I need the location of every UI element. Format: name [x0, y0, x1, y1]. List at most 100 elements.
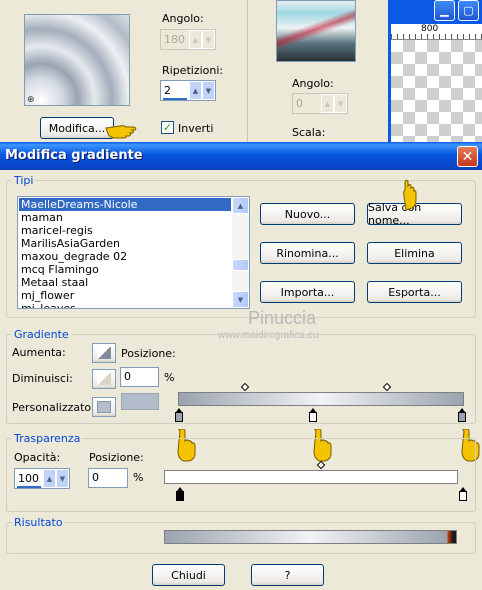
transparency-position-value: 0	[92, 471, 99, 484]
gradient-legend: Gradiente	[12, 328, 71, 341]
modify-button[interactable]: Modifica...	[40, 117, 114, 139]
spin-up-icon[interactable]: ▲	[189, 81, 202, 100]
delete-button[interactable]: Elimina	[367, 242, 462, 264]
hand-pointer-icon	[105, 125, 137, 139]
canvas-window: ▁ ▢ 800	[388, 0, 482, 142]
rename-button[interactable]: Rinomina...	[260, 242, 355, 264]
title-bar: Modifica gradiente ✕	[0, 142, 482, 170]
spin-down-icon[interactable]: ▼	[56, 469, 69, 488]
minimize-icon[interactable]: ▁	[434, 0, 455, 21]
gradient-position-input[interactable]: 0	[120, 367, 159, 387]
gradient-percent: %	[164, 371, 175, 384]
image-thumbnail	[276, 0, 356, 62]
close-button[interactable]: Chiudi	[152, 564, 225, 586]
angle-spinner: 180 ▲ ▼	[160, 29, 216, 50]
transparency-stop[interactable]	[175, 487, 184, 501]
list-item-label: MarilisAsiaGarden	[21, 237, 121, 250]
canvas-ruler: 800	[391, 24, 482, 40]
angle2-spinner: 0 ▲ ▼	[292, 93, 348, 114]
list-item[interactable]: mcq Flamingo	[19, 263, 231, 276]
background-window: ⊕ Angolo: 180 ▲ ▼ Ripetizioni: 2 ▲ ▼ Mod…	[0, 0, 482, 142]
import-button[interactable]: Importa...	[260, 281, 355, 303]
scroll-up-icon[interactable]: ▲	[232, 197, 249, 214]
gradient-list[interactable]: MaelleDreams-Nicole maman maricel-regis …	[17, 196, 250, 309]
crosshair-icon: ⊕	[27, 95, 35, 105]
gradient-stop[interactable]	[174, 408, 183, 422]
help-button[interactable]: ?	[251, 564, 324, 586]
list-item-label: Metaal staal	[21, 276, 89, 289]
transparency-editor[interactable]	[164, 460, 467, 504]
scale-label: Scala:	[292, 126, 326, 139]
invert-checkbox[interactable]: ✓	[161, 121, 174, 134]
opacity-value: 100	[18, 472, 39, 485]
spin-up-icon[interactable]: ▲	[43, 469, 56, 488]
transparency-position-input[interactable]: 0	[88, 468, 128, 488]
result-legend: Risultato	[12, 516, 65, 529]
gradient-position-value: 0	[124, 370, 131, 383]
transparency-stop[interactable]	[458, 487, 467, 501]
gradient-preview: ⊕	[24, 14, 130, 106]
gradient-midpoint[interactable]	[382, 382, 392, 392]
scroll-thumb[interactable]	[232, 259, 249, 271]
list-item[interactable]: maricel-regis	[19, 224, 231, 237]
import-button-label: Importa...	[280, 285, 335, 299]
gradient-bar	[178, 392, 464, 406]
modify-button-label: Modifica...	[48, 121, 106, 135]
gradient-editor-dialog: Modifica gradiente ✕ Tipi MaelleDreams-N…	[0, 142, 482, 590]
list-item[interactable]: MaelleDreams-Nicole	[19, 198, 231, 211]
list-item-label: maman	[21, 211, 63, 224]
maximize-icon[interactable]: ▢	[458, 0, 479, 21]
angle-value: 180	[164, 33, 185, 46]
transparency-bar	[164, 470, 458, 484]
list-item-label: mj_leaves	[21, 302, 76, 309]
transparency-percent: %	[133, 471, 144, 484]
list-item-label: mj_flower	[21, 289, 75, 302]
new-button[interactable]: Nuovo...	[260, 203, 355, 225]
custom-label: Personalizzato:	[12, 401, 95, 414]
repetitions-spinner[interactable]: 2 ▲ ▼	[160, 80, 216, 101]
list-item[interactable]: maxou_degrade 02	[19, 250, 231, 263]
list-scrollbar[interactable]: ▲ ▼	[232, 197, 249, 308]
list-item-label: maxou_degrade 02	[21, 250, 128, 263]
close-button-label: Chiudi	[171, 568, 206, 582]
result-preview	[164, 530, 457, 544]
spin-down-icon[interactable]: ▼	[202, 81, 215, 100]
transparency-legend: Trasparenza	[12, 432, 83, 445]
gradient-stop[interactable]	[308, 408, 317, 422]
spin-up-icon: ▲	[189, 30, 202, 49]
list-item-label: maricel-regis	[21, 224, 93, 237]
list-item[interactable]: mj_flower	[19, 289, 231, 302]
scroll-down-icon[interactable]: ▼	[232, 291, 249, 308]
list-item-label: MaelleDreams-Nicole	[21, 198, 138, 211]
list-item[interactable]: MarilisAsiaGarden	[19, 237, 231, 250]
export-button[interactable]: Esporta...	[367, 281, 462, 303]
opacity-focus-underline	[17, 486, 41, 488]
decrease-label: Diminuisci:	[12, 372, 73, 385]
list-item[interactable]: maman	[19, 211, 231, 224]
spin-up-icon: ▲	[321, 94, 334, 113]
invert-label: Inverti	[178, 122, 214, 135]
opacity-spinner[interactable]: 100 ▲ ▼	[14, 468, 70, 489]
close-icon[interactable]: ✕	[457, 146, 478, 167]
opacity-label: Opacità:	[14, 451, 61, 464]
gradient-stop[interactable]	[457, 408, 466, 422]
custom-swatch-icon	[97, 401, 111, 413]
decrease-color-button[interactable]	[92, 369, 116, 389]
angle-label: Angolo:	[162, 12, 204, 25]
gradient-editor[interactable]	[175, 382, 466, 426]
gradient-midpoint[interactable]	[240, 382, 250, 392]
check-icon: ✓	[162, 121, 173, 134]
transparency-midpoint[interactable]	[316, 460, 326, 470]
delete-button-label: Elimina	[394, 246, 435, 260]
watermark-title: Pinuccia	[248, 308, 317, 328]
angle2-value: 0	[296, 97, 303, 110]
hand-pointer-icon	[403, 179, 417, 211]
increase-color-button[interactable]	[92, 343, 116, 363]
custom-color-swatch[interactable]	[121, 393, 159, 410]
list-item[interactable]: Metaal staal	[19, 276, 231, 289]
gradient-position-label: Posizione:	[121, 347, 176, 360]
transparent-canvas[interactable]	[391, 40, 482, 142]
repetitions-value: 2	[164, 84, 171, 97]
list-item[interactable]: mj_leaves	[19, 302, 231, 309]
custom-color-button[interactable]	[92, 397, 116, 417]
